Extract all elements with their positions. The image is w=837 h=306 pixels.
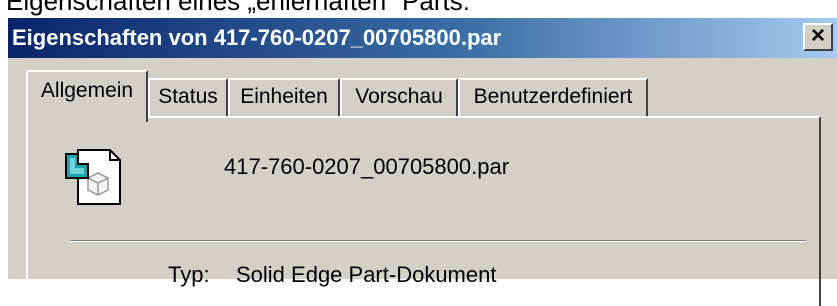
- type-value: Solid Edge Part-Dokument: [236, 262, 497, 287]
- tab-allgemein[interactable]: Allgemein: [26, 70, 148, 122]
- properties-dialog: Eigenschaften von 417-760-0207_00705800.…: [6, 16, 837, 306]
- window-title: Eigenschaften von 417-760-0207_00705800.…: [12, 25, 502, 50]
- type-label: Typ:: [168, 262, 210, 287]
- tab-vorschau[interactable]: Vorschau: [340, 78, 458, 118]
- tab-einheiten[interactable]: Einheiten: [228, 78, 340, 118]
- tab-label: Status: [158, 85, 218, 108]
- document-heading: Eigenschaften eines „ehlerhaften“ Parts:: [6, 0, 470, 16]
- close-icon: ×: [810, 22, 825, 49]
- divider: [70, 240, 806, 242]
- tab-label: Vorschau: [355, 85, 443, 108]
- tab-label: Allgemein: [40, 79, 134, 102]
- tab-benutzerdefiniert[interactable]: Benutzerdefiniert: [458, 78, 648, 118]
- file-name: 417-760-0207_00705800.par: [224, 154, 510, 179]
- close-button[interactable]: ×: [803, 23, 833, 51]
- tab-label: Einheiten: [240, 85, 328, 108]
- general-tab-panel: 417-760-0207_00705800.par Typ: Solid Edg…: [26, 116, 821, 306]
- title-bar[interactable]: Eigenschaften von 417-760-0207_00705800.…: [8, 18, 837, 58]
- tab-label: Benutzerdefiniert: [473, 85, 633, 108]
- tab-status[interactable]: Status: [148, 78, 228, 118]
- solid-edge-part-icon: [65, 149, 121, 205]
